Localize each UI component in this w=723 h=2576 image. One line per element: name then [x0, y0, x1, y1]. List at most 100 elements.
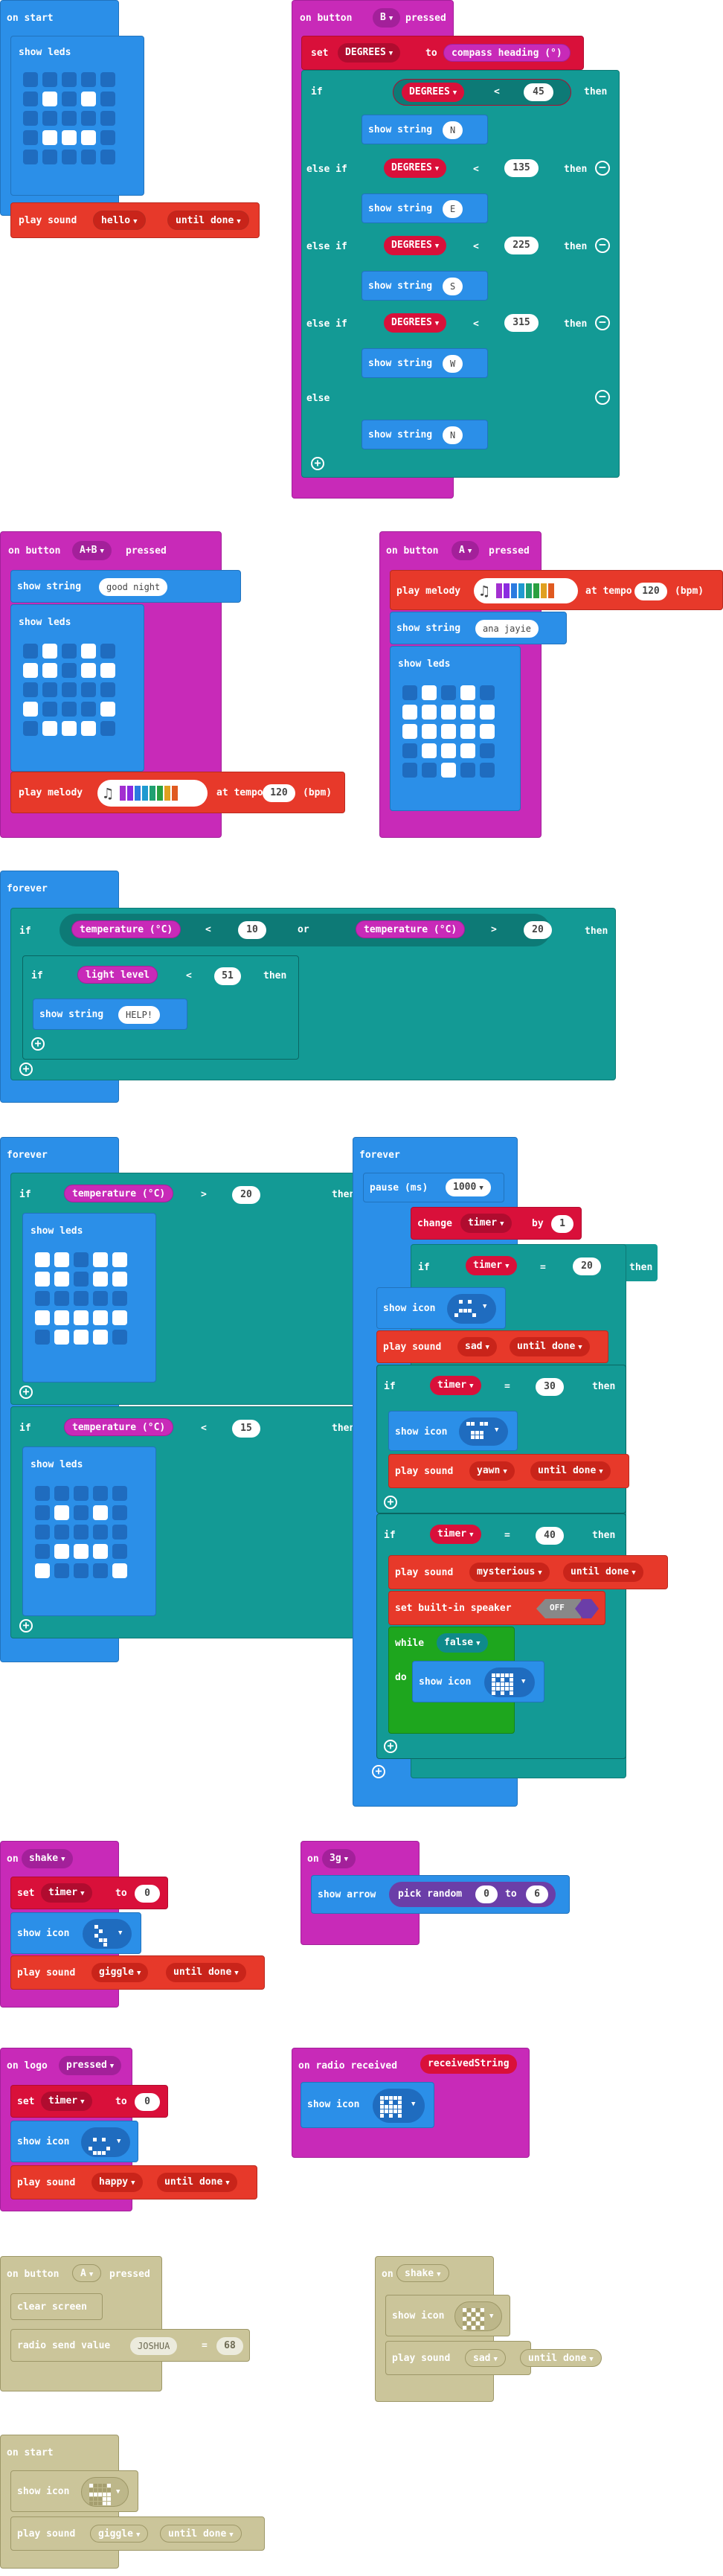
add-else-icon[interactable]: +	[19, 1385, 33, 1399]
lt-operator[interactable]: <	[205, 924, 211, 936]
value-20[interactable]: 20	[573, 1257, 601, 1275]
button-b-dropdown[interactable]: B ▼	[373, 8, 401, 28]
string-help[interactable]: HELP!	[118, 1006, 161, 1024]
set-speaker-block[interactable]: set built-in speaker OFF	[388, 1591, 605, 1625]
show-leds-block[interactable]: show leds	[390, 646, 521, 811]
lt-operator[interactable]: <	[473, 164, 479, 176]
clear-screen-block[interactable]: clear screen	[10, 2293, 103, 2320]
icon-picker[interactable]: ▼	[459, 1417, 508, 1446]
tempo-value[interactable]: 120	[263, 784, 295, 802]
show-icon-block[interactable]: show icon ▼	[388, 1411, 518, 1451]
show-icon-block[interactable]: show icon ▼	[301, 2082, 434, 2128]
on-button-a-disabled-block[interactable]: on button A ▼ pressed	[0, 2256, 162, 2391]
set-timer-block[interactable]: set timer ▼ to 0	[10, 1877, 168, 1909]
timer-var-dropdown[interactable]: timer ▼	[460, 1214, 512, 1233]
logo-event-dropdown[interactable]: pressed ▼	[59, 2056, 122, 2075]
icon-picker[interactable]: ▼	[81, 2127, 130, 2157]
show-string-help[interactable]: show string HELP!	[33, 999, 187, 1030]
play-sound-block[interactable]: play sound sad ▼ until done ▼	[385, 2341, 602, 2375]
string-n[interactable]: N	[443, 121, 463, 139]
eq-operator[interactable]: =	[540, 1262, 546, 1274]
value-20[interactable]: 20	[524, 921, 552, 939]
remove-else-if-icon[interactable]: −	[595, 161, 610, 176]
string-n[interactable]: N	[443, 426, 463, 444]
sound-dropdown[interactable]: yawn ▼	[469, 1461, 515, 1481]
temperature-reporter[interactable]: temperature (°C)	[356, 920, 466, 938]
value-315[interactable]: 315	[504, 314, 539, 332]
show-icon-block[interactable]: show icon ▼	[412, 1661, 544, 1702]
led-grid[interactable]	[402, 685, 495, 778]
button-ab-dropdown[interactable]: A+B ▼	[72, 541, 112, 560]
temperature-reporter[interactable]: temperature (°C)	[64, 1185, 174, 1202]
play-sound-block[interactable]: play sound sad ▼ until done ▼	[376, 1330, 608, 1363]
timer-var-dropdown[interactable]: timer ▼	[41, 2092, 92, 2111]
lt-operator[interactable]: <	[186, 970, 192, 982]
lt-operator[interactable]: <	[473, 241, 479, 253]
show-leds-block[interactable]: show leds	[22, 1446, 156, 1616]
value-10[interactable]: 10	[238, 921, 266, 939]
show-string-e[interactable]: show string E	[362, 193, 488, 223]
timer-var-dropdown[interactable]: timer ▼	[41, 1883, 92, 1903]
false-dropdown[interactable]: false ▼	[437, 1633, 488, 1653]
show-string-s[interactable]: show string S	[362, 271, 488, 301]
value-0[interactable]: 0	[475, 1885, 498, 1903]
add-else-icon[interactable]: +	[19, 1063, 33, 1076]
value-15[interactable]: 15	[232, 1420, 260, 1438]
value-225[interactable]: 225	[504, 237, 539, 254]
button-a-dropdown[interactable]: A ▼	[72, 2264, 102, 2282]
show-arrow-block[interactable]: show arrow pick random 0 to 6	[311, 1875, 570, 1914]
led-grid[interactable]	[35, 1486, 127, 1578]
value-1[interactable]: 1	[551, 1215, 573, 1233]
show-icon-block[interactable]: show icon ▼	[10, 2470, 138, 2512]
compass-heading-reporter[interactable]: compass heading (°)	[443, 44, 571, 62]
show-leds-block[interactable]: show leds	[22, 1213, 156, 1382]
icon-picker[interactable]: ▼	[81, 2477, 129, 2507]
show-string-good-night[interactable]: show string good night	[10, 570, 241, 603]
degrees-reporter[interactable]: DEGREES ▼	[384, 158, 447, 178]
add-else-icon[interactable]: +	[19, 1619, 33, 1633]
timer-reporter[interactable]: timer ▼	[430, 1376, 481, 1395]
add-else-if-icon[interactable]: +	[311, 457, 324, 470]
pick-random-reporter[interactable]: pick random 0 to 6	[389, 1882, 556, 1907]
gesture-dropdown[interactable]: 3g ▼	[322, 1849, 356, 1868]
led-grid[interactable]	[23, 644, 115, 736]
timer-reporter[interactable]: timer ▼	[466, 1256, 517, 1275]
until-done-dropdown[interactable]: until done ▼	[510, 1337, 590, 1356]
play-sound-block[interactable]: play sound mysterious ▼ until done ▼	[388, 1555, 668, 1589]
temperature-reporter[interactable]: temperature (°C)	[71, 920, 181, 938]
lt-operator[interactable]: <	[473, 318, 479, 330]
radio-send-value-block[interactable]: radio send value JOSHUA = 68	[10, 2329, 250, 2362]
until-done-dropdown[interactable]: until done ▼	[167, 211, 249, 230]
string-s[interactable]: S	[443, 278, 463, 295]
degrees-var-dropdown[interactable]: DEGREES ▼	[338, 43, 401, 63]
icon-picker[interactable]: ▼	[373, 2089, 425, 2123]
remove-else-if-icon[interactable]: −	[595, 315, 610, 330]
string-w[interactable]: W	[443, 355, 463, 373]
set-degrees-block[interactable]: set DEGREES ▼ to compass heading (°)	[301, 36, 584, 70]
value-0[interactable]: 0	[135, 2093, 160, 2111]
string-good-night[interactable]: good night	[99, 578, 168, 596]
value-51[interactable]: 51	[214, 967, 241, 985]
play-sound-block[interactable]: play sound happy ▼ until done ▼	[10, 2165, 257, 2199]
play-sound-block[interactable]: play sound giggle ▼ until done ▼	[10, 2516, 265, 2551]
play-melody-block[interactable]: play melody ♫ at tempo 120 (bpm)	[10, 772, 345, 813]
lt-operator[interactable]: <	[201, 1423, 207, 1435]
value-6[interactable]: 6	[526, 1885, 548, 1903]
sound-dropdown[interactable]: giggle ▼	[90, 2525, 149, 2543]
value-68[interactable]: 68	[216, 2337, 243, 2355]
gt-operator[interactable]: >	[491, 924, 497, 936]
temperature-reporter[interactable]: temperature (°C)	[64, 1418, 174, 1436]
show-leds-block[interactable]: show leds	[10, 604, 144, 772]
string-ana-jayie[interactable]: ana jayie	[475, 620, 539, 638]
icon-picker[interactable]: ▼	[83, 1919, 132, 1949]
change-timer-block[interactable]: change timer ▼ by 1	[411, 1207, 582, 1240]
value-40[interactable]: 40	[536, 1527, 564, 1545]
add-else-icon[interactable]: +	[31, 1037, 45, 1051]
pause-dropdown[interactable]: 1000 ▼	[446, 1179, 491, 1196]
show-icon-block[interactable]: show icon ▼	[385, 2295, 510, 2336]
add-else-icon[interactable]: +	[384, 1740, 397, 1753]
remove-else-if-icon[interactable]: −	[595, 238, 610, 253]
sound-dropdown[interactable]: hello ▼	[93, 211, 146, 230]
play-melody-block[interactable]: play melody ♫ at tempo 120 (bpm)	[390, 570, 723, 610]
add-else-icon[interactable]: +	[372, 1765, 385, 1778]
